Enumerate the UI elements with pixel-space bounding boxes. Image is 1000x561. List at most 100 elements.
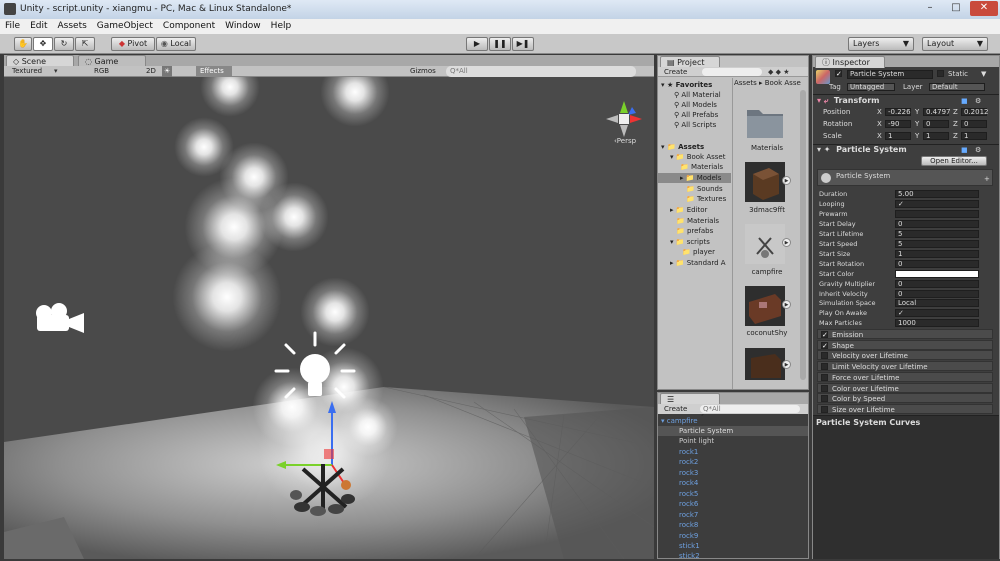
scale-tool-icon[interactable]: ⇱: [75, 37, 95, 51]
gizmos-dropdown[interactable]: Gizmos: [410, 66, 436, 77]
particle-prop-value[interactable]: Local: [895, 299, 979, 308]
module-checkbox[interactable]: [821, 405, 828, 413]
menu-edit[interactable]: Edit: [25, 19, 52, 31]
hierarchy-item[interactable]: rock4: [679, 478, 698, 488]
tree-folder[interactable]: ▾ 📁 scripts: [670, 237, 710, 247]
fav-item[interactable]: ⚲ All Scripts: [674, 120, 716, 130]
coconutshy-thumbnail-icon[interactable]: [745, 286, 785, 326]
2d-toggle[interactable]: 2D: [146, 66, 156, 77]
module-checkbox[interactable]: ✓: [821, 331, 828, 339]
project-search-input[interactable]: [702, 68, 762, 76]
particle-prop-value[interactable]: ✓: [895, 309, 979, 318]
persp-label[interactable]: ‹Persp: [614, 137, 636, 145]
tree-folder[interactable]: ▸ 📁 Editor: [670, 205, 707, 215]
particle-module-row[interactable]: Velocity over Lifetime: [817, 350, 993, 361]
project-scrollbar[interactable]: [800, 90, 806, 380]
project-filter-icon[interactable]: ◆ ◆ ★: [768, 67, 790, 77]
menu-window[interactable]: Window: [220, 19, 266, 31]
layout-dropdown[interactable]: Layout ▼: [922, 37, 988, 51]
favorites-header[interactable]: ▾ ★ Favorites: [661, 80, 712, 90]
particle-module-row[interactable]: Color over Lifetime: [817, 382, 993, 393]
tree-folder[interactable]: 📁 Textures: [686, 194, 726, 204]
hierarchy-search-input[interactable]: Q*All: [700, 405, 800, 413]
project-create-dropdown[interactable]: Create: [664, 67, 687, 77]
scene-search-input[interactable]: Q*All: [446, 66, 636, 77]
rotation-x-field[interactable]: -90: [885, 120, 911, 128]
lighting-toggle-icon[interactable]: ☀: [162, 66, 173, 77]
particle-module-row[interactable]: ✓ Shape: [817, 339, 993, 350]
object-name-field[interactable]: Particle System: [847, 70, 933, 79]
particle-prop-value[interactable]: [895, 269, 979, 278]
step-button[interactable]: ▶❚: [512, 37, 534, 51]
hierarchy-item[interactable]: rock5: [679, 489, 698, 499]
scale-z-field[interactable]: 1: [961, 132, 987, 140]
settings-gear-icon[interactable]: ⚙: [975, 145, 981, 155]
menu-help[interactable]: Help: [266, 19, 297, 31]
assets-folder[interactable]: ▾ 📁 Assets: [661, 142, 704, 152]
scale-y-field[interactable]: 1: [923, 132, 949, 140]
fav-item[interactable]: ⚲ All Models: [674, 100, 717, 110]
hierarchy-item[interactable]: rock7: [679, 510, 698, 520]
close-button[interactable]: ✕: [970, 1, 998, 16]
transform-header[interactable]: ▾ ⤶ Transform: [817, 96, 880, 106]
model-thumbnail-icon[interactable]: [745, 348, 785, 380]
particle-prop-value[interactable]: 0: [895, 289, 979, 298]
menu-assets[interactable]: Assets: [53, 19, 92, 31]
local-toggle[interactable]: ◉ Local: [156, 37, 196, 51]
project-breadcrumb[interactable]: Assets ▸ Book Asse: [734, 78, 801, 88]
active-checkbox[interactable]: ✓: [835, 70, 842, 78]
particle-prop-value[interactable]: ✓: [895, 199, 979, 208]
tree-folder[interactable]: 📁 Materials: [676, 216, 719, 226]
particle-module-row[interactable]: Color by Speed: [817, 393, 993, 404]
scene-view[interactable]: ‹Persp: [4, 77, 654, 559]
particle-prop-value[interactable]: 5.00: [895, 190, 979, 198]
module-checkbox[interactable]: ✓: [821, 341, 828, 349]
help-icon[interactable]: ■: [961, 96, 968, 106]
particle-system-module-header[interactable]: Particle System +: [817, 169, 993, 186]
open-editor-button[interactable]: Open Editor...: [921, 156, 987, 166]
tree-folder[interactable]: 📁 player: [682, 247, 715, 257]
fav-item[interactable]: ⚲ All Material: [674, 90, 721, 100]
position-y-field[interactable]: 0.4797: [923, 108, 951, 116]
module-checkbox[interactable]: [821, 384, 828, 392]
hierarchy-item-campfire[interactable]: ▾ campfire: [661, 416, 698, 426]
orientation-gizmo-icon[interactable]: [602, 97, 646, 141]
tree-folder-selected[interactable]: ▸ 📁 Models: [658, 173, 731, 183]
fav-item[interactable]: ⚲ All Prefabs: [674, 110, 718, 120]
particle-module-row[interactable]: ✓ Emission: [817, 329, 993, 339]
position-x-field[interactable]: -0.226: [885, 108, 911, 116]
particle-prop-value[interactable]: 1: [895, 249, 979, 258]
menu-gameobject[interactable]: GameObject: [92, 19, 158, 31]
hierarchy-create-dropdown[interactable]: Create: [664, 404, 687, 414]
particle-prop-value[interactable]: 0: [895, 259, 979, 268]
maximize-button[interactable]: □: [944, 1, 968, 16]
particle-prop-value[interactable]: [895, 209, 979, 218]
camera-gizmo-icon[interactable]: [32, 301, 86, 335]
tree-folder[interactable]: 📁 Sounds: [686, 184, 723, 194]
static-checkbox[interactable]: [937, 70, 944, 77]
layer-dropdown[interactable]: Default: [929, 83, 985, 91]
rotation-y-field[interactable]: 0: [923, 120, 949, 128]
hierarchy-item[interactable]: rock3: [679, 468, 698, 478]
scale-x-field[interactable]: 1: [885, 132, 911, 140]
minimize-button[interactable]: –: [918, 1, 942, 16]
particle-prop-value[interactable]: 0: [895, 279, 979, 288]
hierarchy-item-selected[interactable]: Particle System: [658, 426, 808, 436]
move-tool-icon[interactable]: ✥: [33, 37, 53, 51]
expand-play-icon[interactable]: ▶: [782, 300, 791, 309]
hierarchy-item[interactable]: rock9: [679, 531, 698, 541]
particle-prop-value[interactable]: 1000: [895, 319, 979, 328]
pause-button[interactable]: ❚❚: [489, 37, 511, 51]
shading-dropdown[interactable]: Textured: [12, 66, 42, 77]
campfire-thumbnail-icon[interactable]: [745, 224, 785, 264]
campfire-model[interactable]: [288, 459, 358, 519]
rotate-tool-icon[interactable]: ↻: [54, 37, 74, 51]
rotation-z-field[interactable]: 0: [961, 120, 987, 128]
layers-dropdown[interactable]: Layers ▼: [848, 37, 914, 51]
hierarchy-item[interactable]: rock2: [679, 457, 698, 467]
module-checkbox[interactable]: [821, 395, 828, 403]
tree-folder[interactable]: 📁 Materials: [680, 162, 723, 172]
menu-component[interactable]: Component: [158, 19, 220, 31]
expand-play-icon[interactable]: ▶: [782, 176, 791, 185]
help-icon[interactable]: ■: [961, 145, 968, 155]
